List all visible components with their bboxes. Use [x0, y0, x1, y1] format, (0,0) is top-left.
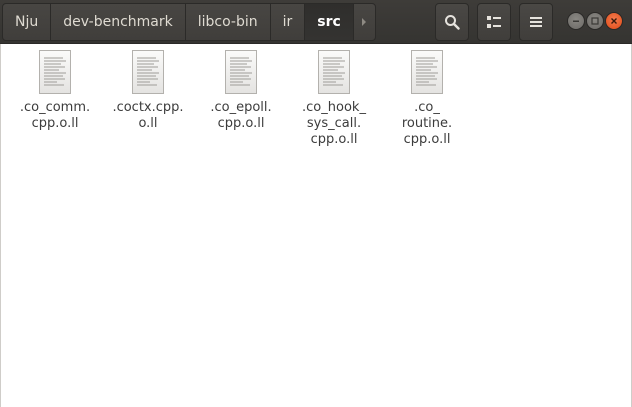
breadcrumb-label: dev-benchmark — [63, 14, 173, 30]
search-icon — [445, 15, 460, 30]
breadcrumb-item-src[interactable]: src — [305, 3, 354, 41]
breadcrumb: Nju dev-benchmark libco-bin ir src — [2, 3, 376, 41]
maximize-button[interactable] — [586, 12, 604, 30]
file-item[interactable]: .coctx.cpp. o.ll — [103, 50, 193, 132]
file-grid: .co_comm. cpp.o.ll .coctx.cpp. o.ll .co_… — [0, 44, 632, 407]
file-name: .co_ routine. cpp.o.ll — [401, 100, 453, 147]
minimize-button[interactable] — [567, 12, 585, 30]
hamburger-menu-icon — [530, 17, 542, 27]
file-name: .coctx.cpp. o.ll — [112, 100, 184, 131]
breadcrumb-item-dev-benchmark[interactable]: dev-benchmark — [51, 3, 186, 41]
file-name: .co_hook_ sys_call. cpp.o.ll — [302, 100, 366, 147]
file-item[interactable]: .co_epoll. cpp.o.ll — [196, 50, 286, 132]
file-name: .co_comm. cpp.o.ll — [19, 100, 91, 131]
minimize-icon — [573, 20, 579, 22]
breadcrumb-label: libco-bin — [197, 14, 258, 30]
breadcrumb-item-ir[interactable]: ir — [270, 3, 306, 41]
file-item[interactable]: .co_hook_ sys_call. cpp.o.ll — [289, 50, 379, 148]
file-item[interactable]: .co_comm. cpp.o.ll — [10, 50, 100, 132]
file-item[interactable]: .co_ routine. cpp.o.ll — [382, 50, 472, 148]
header-bar: Nju dev-benchmark libco-bin ir src — [0, 0, 632, 44]
breadcrumb-forward-button[interactable] — [353, 3, 376, 41]
close-button[interactable] — [605, 12, 623, 30]
text-file-icon — [132, 50, 164, 94]
view-toggle-button[interactable] — [477, 3, 511, 41]
maximize-icon — [591, 17, 599, 25]
text-file-icon — [225, 50, 257, 94]
breadcrumb-label: Nju — [15, 14, 39, 30]
search-button[interactable] — [435, 3, 469, 41]
breadcrumb-item-libco-bin[interactable]: libco-bin — [185, 3, 271, 41]
text-file-icon — [318, 50, 350, 94]
breadcrumb-label: ir — [282, 14, 293, 30]
text-file-icon — [39, 50, 71, 94]
text-file-icon — [411, 50, 443, 94]
breadcrumb-label: src — [317, 14, 341, 30]
view-toggle-icon — [487, 16, 501, 28]
close-icon — [611, 18, 617, 24]
menu-button[interactable] — [519, 3, 553, 41]
file-name: .co_epoll. cpp.o.ll — [210, 100, 272, 131]
breadcrumb-item-nju[interactable]: Nju — [2, 3, 52, 41]
chevron-right-icon — [362, 18, 367, 26]
